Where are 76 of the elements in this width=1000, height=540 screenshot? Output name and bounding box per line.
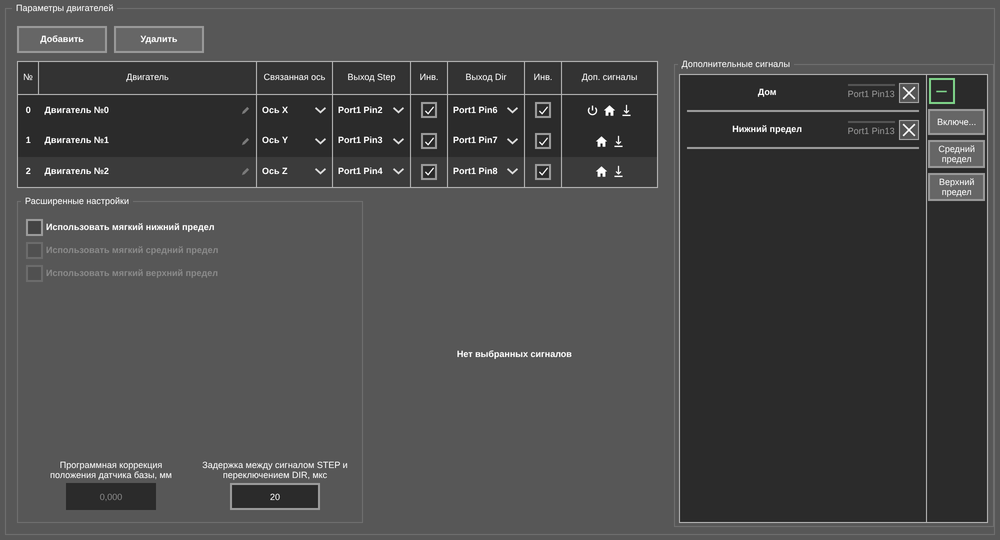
group-title: Дополнительные сигналы (678, 58, 794, 70)
column-header: Двигатель (38, 62, 256, 94)
lower-limit-icon (612, 165, 624, 178)
signal-name: Нижний предел (732, 122, 802, 136)
table-cell: 2 (18, 156, 38, 188)
home-icon (603, 104, 616, 117)
power-icon (586, 104, 599, 117)
input-field: 0,000 (66, 483, 156, 510)
port-label: Port1 Pin13 (848, 120, 895, 138)
home-icon (594, 134, 608, 148)
dropdown[interactable]: Port1 Pin2 (338, 104, 405, 117)
column-header: № (18, 62, 38, 94)
home-icon (594, 165, 608, 178)
checkbox[interactable] (421, 164, 437, 180)
table-cell: 1 (18, 126, 38, 156)
group-title: Параметры двигателей (12, 2, 118, 14)
input-field[interactable]: 20 (230, 483, 320, 510)
dropdown[interactable]: Port1 Pin3 (338, 134, 405, 148)
dropdown-chevron-icon[interactable] (392, 167, 405, 176)
dropdown-chevron-icon[interactable] (392, 136, 405, 146)
dropdown[interactable]: Port1 Pin4 (338, 165, 405, 178)
check-icon (424, 104, 434, 116)
dropdown[interactable]: Ось Y (262, 134, 327, 148)
check-icon (538, 136, 548, 146)
check-icon (538, 104, 548, 116)
group-title: Расширенные настройки (21, 195, 133, 207)
dropdown[interactable]: Port1 Pin6 (453, 104, 519, 117)
check-icon (424, 136, 434, 146)
dropdown-chevron-icon[interactable] (506, 136, 519, 146)
dropdown[interactable]: Ось X (262, 104, 327, 117)
add-button[interactable]: Добавить (17, 26, 107, 53)
field-label: Программная коррекция положения датчика базы, мм (49, 460, 173, 480)
checkbox[interactable] (535, 102, 551, 118)
minus-button[interactable] (928, 78, 955, 104)
dropdown-chevron-icon[interactable] (392, 106, 405, 115)
motor-name: Двигатель №2 (44, 165, 109, 178)
checkbox[interactable] (421, 102, 437, 118)
field-label: Задержка между сигналом STEP и переключением DIR, мкс (201, 460, 349, 480)
dropdown-chevron-icon[interactable] (314, 106, 327, 115)
close-icon (902, 122, 916, 136)
signal-button[interactable]: Включе... (928, 109, 986, 135)
port-label: Port1 Pin13 (848, 84, 895, 102)
signal-button[interactable]: Верхний предел (928, 173, 986, 201)
pencil-icon[interactable] (241, 167, 250, 176)
table-row[interactable]: 0 Двигатель №0 Ось X Port1 Pin2 Port1 Pin6 (18, 94, 658, 126)
dropdown-chevron-icon[interactable] (314, 167, 327, 176)
signal-name: Дом (758, 86, 776, 99)
empty-message: Нет выбранных сигналов (456, 348, 572, 361)
checkbox[interactable] (26, 219, 43, 236)
pencil-icon[interactable] (241, 136, 250, 146)
lower-limit-icon (620, 104, 633, 117)
table-cell: 0 (18, 94, 38, 126)
dropdown[interactable]: Port1 Pin8 (453, 165, 519, 178)
motor-name: Двигатель №0 (44, 104, 109, 117)
checkbox[interactable] (421, 133, 437, 149)
check-icon (538, 166, 548, 178)
checkbox-label: Использовать мягкий нижний предел (46, 220, 214, 234)
lower-limit-icon (612, 134, 624, 148)
signal-button[interactable]: Средний предел (928, 140, 986, 168)
close-icon (902, 86, 916, 100)
table-row[interactable]: 2 Двигатель №2 Ось Z Port1 Pin4 Port1 Pin8 (18, 156, 658, 188)
dropdown[interactable]: Port1 Pin7 (453, 134, 519, 148)
table-row[interactable]: 1 Двигатель №1 Ось Y Port1 Pin3 Port1 Pin7 (18, 126, 658, 156)
pencil-icon[interactable] (241, 106, 250, 115)
dropdown-chevron-icon[interactable] (506, 167, 519, 176)
delete-button[interactable]: Удалить (114, 26, 204, 53)
dropdown-chevron-icon[interactable] (314, 136, 327, 146)
remove-button[interactable] (898, 120, 919, 140)
motor-name: Двигатель №1 (44, 134, 109, 148)
minus-icon (935, 90, 948, 92)
dropdown-chevron-icon[interactable] (506, 106, 519, 115)
checkbox[interactable] (535, 164, 551, 180)
checkbox[interactable] (535, 133, 551, 149)
dropdown[interactable]: Ось Z (262, 165, 327, 178)
remove-button[interactable] (898, 82, 919, 102)
check-icon (424, 166, 434, 178)
